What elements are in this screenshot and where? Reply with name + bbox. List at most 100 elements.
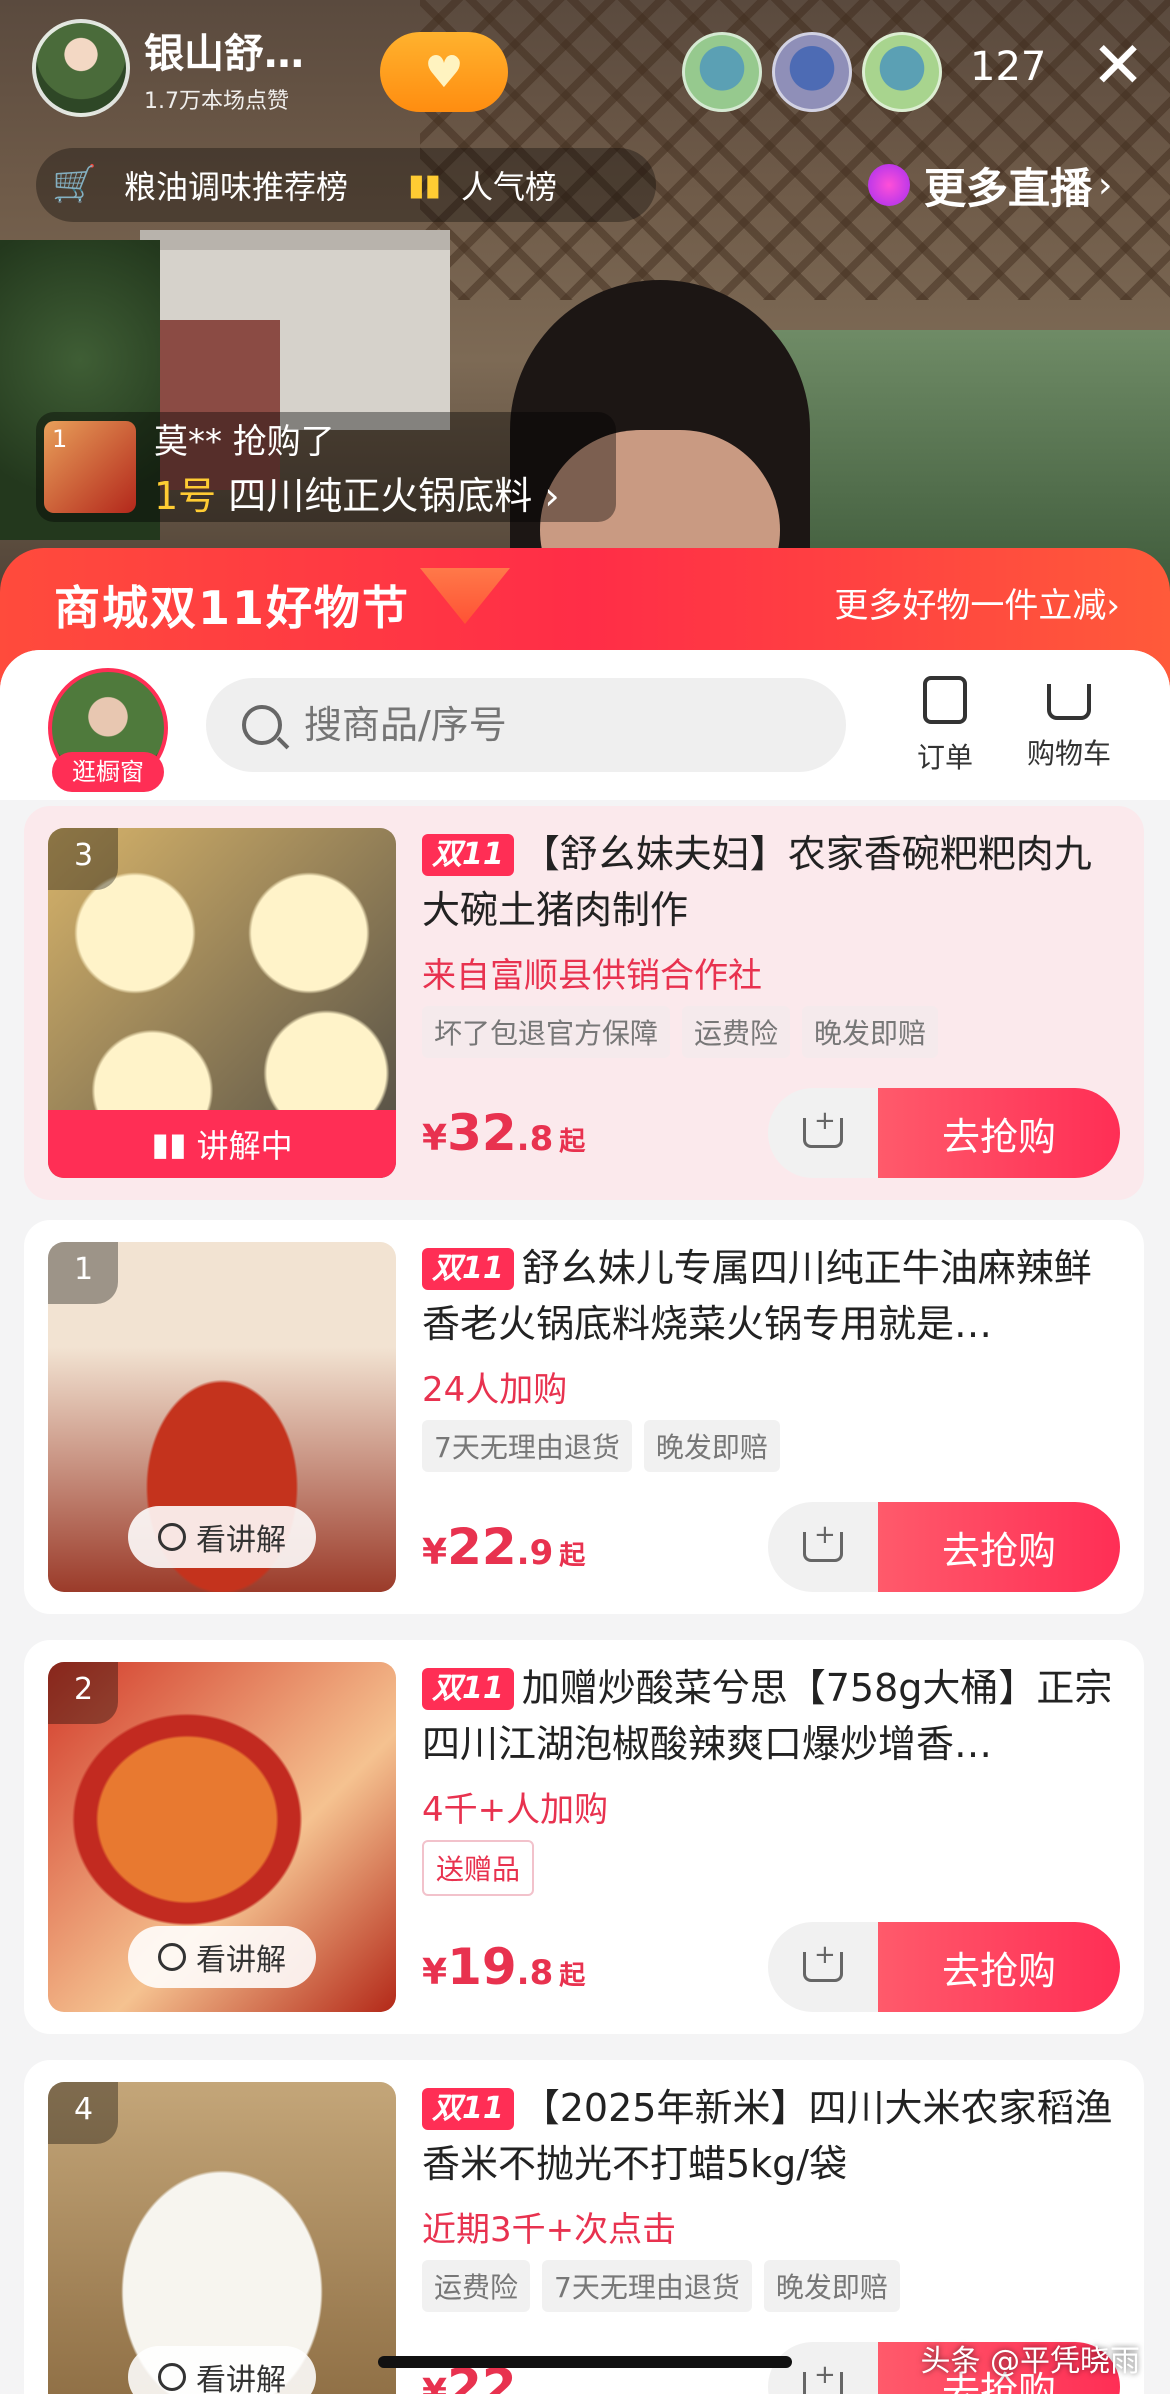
price-decimal: .8 bbox=[516, 1953, 554, 1993]
price-currency: ¥ bbox=[422, 2372, 448, 2394]
live-dot-icon bbox=[868, 164, 910, 206]
product-image[interactable]: 1 看讲解 bbox=[48, 1242, 396, 1592]
product-title[interactable]: 双11 【舒幺妹夫妇】农家香碗粑粑肉九大碗土猪肉制作 bbox=[422, 826, 1122, 938]
banner-more-link[interactable]: 更多好物一件立减› bbox=[834, 578, 1120, 627]
service-tag: 运费险 bbox=[682, 1006, 791, 1058]
popular-label[interactable]: 人气榜 bbox=[461, 162, 557, 208]
banner-arrow-decoration bbox=[420, 568, 510, 624]
home-indicator[interactable] bbox=[378, 2356, 792, 2368]
double11-badge: 双11 bbox=[422, 834, 514, 876]
product-image[interactable]: 2 看讲解 bbox=[48, 1662, 396, 2012]
explaining-status: ▮▮ 讲解中 bbox=[48, 1110, 396, 1178]
replay-button[interactable]: 看讲解 bbox=[128, 1926, 316, 1988]
host-info-bar[interactable]: 银山舒… 1.7万本场点赞 bbox=[32, 18, 342, 118]
toast-item-name: 四川纯正火锅底料 › bbox=[228, 474, 560, 518]
search-bar[interactable] bbox=[206, 678, 846, 772]
buy-controls: 去抢购 bbox=[768, 1088, 1120, 1178]
product-card[interactable]: 1 看讲解 双11 舒幺妹儿专属四川纯正牛油麻辣鲜香老火锅底料烧菜火锅专用就是… … bbox=[24, 1220, 1144, 1614]
panel-header: 逛橱窗 订单 购物车 bbox=[0, 650, 1170, 800]
add-to-cart-button[interactable] bbox=[768, 1088, 878, 1178]
toast-thumbnail: 1 bbox=[44, 421, 136, 513]
price-suffix: 起 bbox=[559, 1127, 586, 1157]
viewer-count[interactable]: 127 bbox=[970, 44, 1046, 90]
buy-controls: 去抢购 bbox=[768, 1922, 1120, 2012]
product-price: ¥22.9 起 bbox=[422, 1518, 585, 1576]
product-title[interactable]: 双11 舒幺妹儿专属四川纯正牛油麻辣鲜香老火锅底料烧菜火锅专用就是… bbox=[422, 1240, 1122, 1352]
toast-thumb-index: 1 bbox=[52, 425, 68, 453]
buy-now-button[interactable]: 去抢购 bbox=[878, 1088, 1120, 1178]
replay-button[interactable]: 看讲解 bbox=[128, 1506, 316, 1568]
product-title-text: 加赠炒酸菜兮思【758g大桶】正宗四川江湖泡椒酸辣爽口爆炒增香… bbox=[422, 1666, 1113, 1766]
service-tag: 晚发即赔 bbox=[643, 1420, 780, 1472]
product-card[interactable]: 2 看讲解 双11 加赠炒酸菜兮思【758g大桶】正宗四川江湖泡椒酸辣爽口爆炒增香… bbox=[24, 1640, 1144, 2034]
price-decimal: .9 bbox=[516, 1533, 554, 1573]
product-card[interactable]: 3 ▮▮ 讲解中 双11 【舒幺妹夫妇】农家香碗粑粑肉九大碗土猪肉制作 来自富顺县… bbox=[24, 806, 1144, 1200]
host-text: 银山舒… 1.7万本场点赞 bbox=[144, 21, 304, 115]
follow-button[interactable]: ♥ bbox=[380, 32, 508, 112]
host-likes: 1.7万本场点赞 bbox=[144, 89, 289, 114]
search-input[interactable] bbox=[304, 703, 804, 747]
product-panel: 逛橱窗 订单 购物车 3 ▮▮ 讲解中 双11【舒幺妹夫妇】农家香碗粑粑肉九大碗… bbox=[0, 650, 1170, 2394]
rank-bar[interactable]: 🛒 粮油调味推荐榜 ▮▮ 人气榜 bbox=[36, 148, 656, 222]
add-to-cart-button[interactable] bbox=[768, 1502, 878, 1592]
price-integer: 32 bbox=[447, 1104, 517, 1162]
replay-button[interactable]: 看讲解 bbox=[128, 2346, 316, 2394]
add-cart-icon bbox=[803, 1520, 843, 1562]
add-cart-icon bbox=[803, 1940, 843, 1982]
replay-label: 看讲解 bbox=[196, 2363, 286, 2394]
more-live-button[interactable]: 更多直播 › bbox=[868, 150, 1112, 220]
replay-icon bbox=[158, 2363, 186, 2391]
live-bars-icon: ▮▮ bbox=[151, 1125, 187, 1163]
service-tags: 7天无理由退货 晚发即赔 bbox=[422, 1420, 780, 1472]
close-button[interactable]: ✕ bbox=[1080, 30, 1156, 106]
rank-label[interactable]: 粮油调味推荐榜 bbox=[124, 162, 348, 208]
shop-window-tag[interactable]: 逛橱窗 bbox=[52, 752, 164, 792]
product-index: 3 bbox=[48, 828, 118, 890]
price-currency: ¥ bbox=[422, 1532, 448, 1573]
service-tag: 运费险 bbox=[422, 2260, 531, 2312]
viewer-avatar[interactable] bbox=[862, 32, 942, 112]
order-list-icon bbox=[923, 676, 967, 724]
product-subline: 近期3千+次点击 bbox=[422, 2210, 677, 2250]
price-suffix: 起 bbox=[559, 1541, 586, 1571]
service-tags: 运费险 7天无理由退货 晚发即赔 bbox=[422, 2260, 900, 2312]
purchase-toast[interactable]: 1 莫** 抢购了 1号 四川纯正火锅底料 › bbox=[36, 412, 616, 522]
add-cart-icon bbox=[803, 1106, 843, 1148]
price-integer: 19 bbox=[447, 1938, 517, 1996]
host-avatar[interactable] bbox=[32, 19, 130, 117]
viewer-avatar[interactable] bbox=[772, 32, 852, 112]
cart-icon: 🛒 bbox=[52, 164, 97, 205]
cart-label: 购物车 bbox=[1026, 737, 1111, 770]
service-tag: 7天无理由退货 bbox=[542, 2260, 752, 2312]
double11-badge: 双11 bbox=[422, 1668, 514, 1710]
service-tag: 晚发即赔 bbox=[802, 1006, 939, 1058]
product-title-text: 【2025年新米】四川大米农家稻渔香米不抛光不打蜡5kg/袋 bbox=[422, 2086, 1113, 2186]
banner-title: 商城双11好物节 bbox=[54, 581, 411, 635]
product-title[interactable]: 双11 【2025年新米】四川大米农家稻渔香米不抛光不打蜡5kg/袋 bbox=[422, 2080, 1122, 2192]
viewer-avatar[interactable] bbox=[682, 32, 762, 112]
cart-button[interactable]: 购物车 bbox=[1014, 676, 1124, 772]
buy-now-button[interactable]: 去抢购 bbox=[878, 1502, 1120, 1592]
orders-button[interactable]: 订单 bbox=[890, 676, 1000, 776]
add-to-cart-button[interactable] bbox=[768, 2342, 878, 2394]
add-to-cart-button[interactable] bbox=[768, 1922, 878, 2012]
product-price: ¥32.8 起 bbox=[422, 1104, 585, 1162]
service-tags: 坏了包退官方保障 运费险 晚发即赔 bbox=[422, 1006, 939, 1058]
product-title-text: 【舒幺妹夫妇】农家香碗粑粑肉九大碗土猪肉制作 bbox=[422, 832, 1092, 932]
replay-icon bbox=[158, 1523, 186, 1551]
watermark: 头条 @平凭晓雨 bbox=[920, 2344, 1140, 2379]
buy-controls: 去抢购 bbox=[768, 1502, 1120, 1592]
cart-icon bbox=[1047, 684, 1091, 720]
price-suffix: 起 bbox=[559, 1961, 586, 1991]
product-index: 2 bbox=[48, 1662, 118, 1724]
double11-badge: 双11 bbox=[422, 2088, 514, 2130]
product-image[interactable]: 3 ▮▮ 讲解中 bbox=[48, 828, 396, 1178]
replay-icon bbox=[158, 1943, 186, 1971]
buy-now-button[interactable]: 去抢购 bbox=[878, 1922, 1120, 2012]
product-title[interactable]: 双11 加赠炒酸菜兮思【758g大桶】正宗四川江湖泡椒酸辣爽口爆炒增香… bbox=[422, 1660, 1122, 1772]
service-tag: 坏了包退官方保障 bbox=[422, 1006, 671, 1058]
product-image[interactable]: 4 看讲解 bbox=[48, 2082, 396, 2394]
service-tag: 7天无理由退货 bbox=[422, 1420, 632, 1472]
replay-label: 看讲解 bbox=[196, 1943, 286, 1978]
bar-chart-icon: ▮▮ bbox=[408, 167, 442, 203]
